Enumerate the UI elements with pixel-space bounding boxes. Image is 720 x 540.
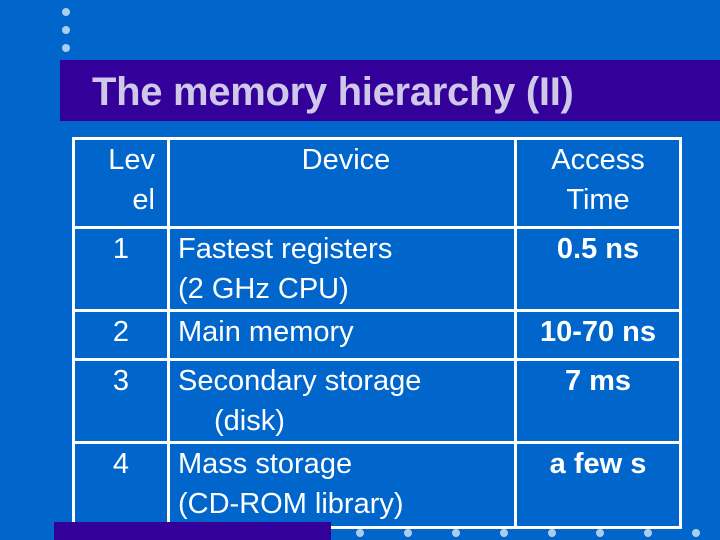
cell-level: 2 (72, 309, 170, 361)
decorative-dot (62, 8, 70, 16)
cell-device: Fastest registers (2 GHz CPU) (167, 226, 517, 312)
memory-hierarchy-table: Lev el Device Access Time 1 Fastest regi… (72, 137, 682, 529)
cell-access-time: 0.5 ns (514, 226, 682, 312)
decorative-dot (356, 529, 364, 537)
decorative-dot (500, 529, 508, 537)
device-line: Mass storage (178, 448, 353, 480)
header-access-line: Access (551, 144, 645, 176)
title-bar: The memory hierarchy (II) (60, 60, 720, 121)
table-row: 1 Fastest registers (2 GHz CPU) 0.5 ns (72, 226, 682, 312)
slide-title: The memory hierarchy (II) (92, 70, 574, 114)
cell-access-time: a few s (514, 441, 682, 529)
device-line: (2 GHz CPU) (178, 273, 349, 305)
header-level-line: el (132, 184, 155, 216)
cell-level: 3 (72, 358, 170, 444)
header-device: Device (167, 137, 517, 229)
decorative-dot (644, 529, 652, 537)
table-row: 3 Secondary storage (disk) 7 ms (72, 358, 682, 444)
bottom-accent-bar (54, 522, 331, 540)
cell-level: 4 (72, 441, 170, 529)
cell-device: Mass storage (CD-ROM library) (167, 441, 517, 529)
cell-access-time: 7 ms (514, 358, 682, 444)
device-line: Secondary storage (178, 365, 422, 397)
decorative-dot (62, 26, 70, 34)
device-line: (CD-ROM library) (178, 488, 404, 520)
cell-level: 1 (72, 226, 170, 312)
header-level: Lev el (72, 137, 170, 229)
decorative-dot (452, 529, 460, 537)
table-row: 4 Mass storage (CD-ROM library) a few s (72, 441, 682, 529)
decorative-dot (404, 529, 412, 537)
cell-device: Main memory (167, 309, 517, 361)
decorative-dot (692, 529, 700, 537)
device-line: Main memory (178, 316, 354, 348)
header-access-line: Time (566, 184, 630, 216)
decorative-dot (548, 529, 556, 537)
header-access-time: Access Time (514, 137, 682, 229)
decorative-dot (596, 529, 604, 537)
cell-access-time: 10-70 ns (514, 309, 682, 361)
table-header-row: Lev el Device Access Time (72, 137, 682, 229)
table-row: 2 Main memory 10-70 ns (72, 309, 682, 361)
device-line: (disk) (214, 405, 285, 437)
device-line: Fastest registers (178, 233, 393, 265)
cell-device: Secondary storage (disk) (167, 358, 517, 444)
header-level-line: Lev (108, 144, 155, 176)
decorative-dot (62, 44, 70, 52)
